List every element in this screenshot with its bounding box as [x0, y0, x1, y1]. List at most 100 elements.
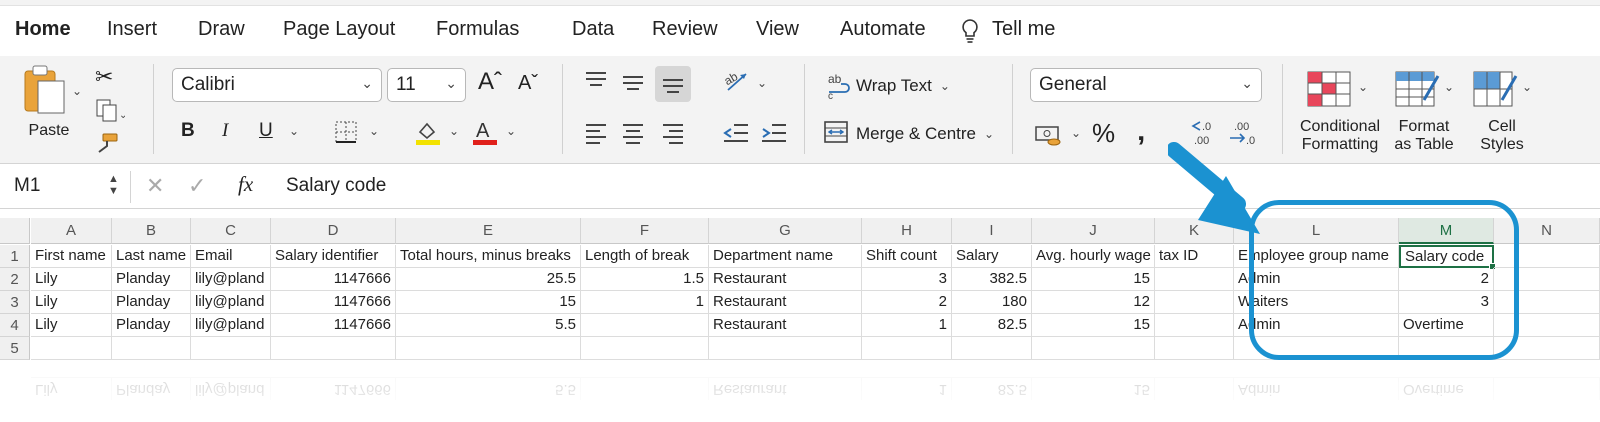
cell-i3[interactable]: 180 — [952, 291, 1032, 314]
underline-icon[interactable]: U — [259, 120, 273, 142]
cell-j4[interactable]: 15 — [1032, 314, 1155, 337]
cell-h1[interactable]: Shift count — [862, 245, 952, 268]
column-header-j[interactable]: J — [1032, 218, 1155, 244]
cell-g3[interactable]: Restaurant — [709, 291, 862, 314]
format-as-table-chevron-icon[interactable]: ⌄ — [1444, 80, 1454, 94]
decrease-font-size-icon[interactable]: Aˇ — [518, 72, 538, 95]
align-right-icon[interactable] — [661, 122, 685, 149]
cell-h4[interactable]: 1 — [862, 314, 952, 337]
cell-c4[interactable]: lily@pland — [191, 314, 271, 337]
tell-me-search[interactable]: Tell me — [992, 18, 1055, 41]
cell-a2[interactable]: Lily — [31, 268, 112, 291]
row-header-1[interactable]: 1 — [0, 245, 30, 268]
align-center-icon[interactable] — [621, 122, 645, 149]
cell-i2[interactable]: 382.5 — [952, 268, 1032, 291]
underline-options-chevron-icon[interactable]: ⌄ — [289, 124, 299, 138]
cell-i5[interactable] — [952, 337, 1032, 360]
cell-j5[interactable] — [1032, 337, 1155, 360]
cell-f4[interactable] — [581, 314, 709, 337]
cell-d5[interactable] — [271, 337, 396, 360]
format-as-table-icon[interactable] — [1394, 70, 1440, 115]
insert-function-icon[interactable]: fx — [238, 172, 253, 197]
cell-b1[interactable]: Last name — [112, 245, 191, 268]
cell-d2[interactable]: 1147666 — [271, 268, 396, 291]
comma-style-icon[interactable]: ‚ — [1137, 114, 1145, 148]
row-header-4[interactable]: 4 — [0, 314, 30, 337]
name-box[interactable]: M1 ▲ ▼ — [6, 171, 126, 203]
cell-g4[interactable]: Restaurant — [709, 314, 862, 337]
cell-f5[interactable] — [581, 337, 709, 360]
tab-page-layout[interactable]: Page Layout — [283, 18, 395, 41]
conditional-formatting-chevron-icon[interactable]: ⌄ — [1358, 80, 1368, 94]
cell-k3[interactable] — [1155, 291, 1234, 314]
borders-icon[interactable] — [334, 120, 358, 149]
row-header-3[interactable]: 3 — [0, 291, 30, 314]
borders-chevron-icon[interactable]: ⌄ — [369, 124, 379, 138]
cell-styles-icon[interactable] — [1472, 70, 1518, 115]
cell-e3[interactable]: 15 — [396, 291, 581, 314]
cell-j3[interactable]: 12 — [1032, 291, 1155, 314]
cell-d1[interactable]: Salary identifier — [271, 245, 396, 268]
cell-c2[interactable]: lily@pland — [191, 268, 271, 291]
column-header-i[interactable]: I — [952, 218, 1032, 244]
paste-options-chevron-icon[interactable]: ⌄ — [72, 84, 82, 98]
cell-f1[interactable]: Length of break — [581, 245, 709, 268]
fill-color-chevron-icon[interactable]: ⌄ — [449, 124, 459, 138]
cell-h3[interactable]: 2 — [862, 291, 952, 314]
percent-style-icon[interactable]: % — [1092, 118, 1115, 149]
cell-j1[interactable]: Avg. hourly wage — [1032, 245, 1155, 268]
merge-centre-button[interactable]: Merge & Centre ⌄ — [856, 124, 994, 144]
currency-format-icon[interactable] — [1034, 122, 1064, 153]
cell-i4[interactable]: 82.5 — [952, 314, 1032, 337]
cell-f3[interactable]: 1 — [581, 291, 709, 314]
cell-h2[interactable]: 3 — [862, 268, 952, 291]
cell-f2[interactable]: 1.5 — [581, 268, 709, 291]
tab-draw[interactable]: Draw — [198, 18, 245, 41]
increase-indent-icon[interactable] — [760, 122, 788, 149]
cell-h5[interactable] — [862, 337, 952, 360]
decrease-indent-icon[interactable] — [722, 122, 750, 149]
column-header-e[interactable]: E — [396, 218, 581, 244]
cell-e5[interactable] — [396, 337, 581, 360]
cell-a5[interactable] — [31, 337, 112, 360]
cell-g2[interactable]: Restaurant — [709, 268, 862, 291]
tab-home[interactable]: Home — [15, 18, 71, 41]
orientation-icon[interactable]: ab — [722, 68, 752, 99]
font-color-icon[interactable]: A — [471, 118, 499, 151]
row-header-2[interactable]: 2 — [0, 268, 30, 291]
cell-c5[interactable] — [191, 337, 271, 360]
cell-c1[interactable]: Email — [191, 245, 271, 268]
formula-input[interactable]: Salary code — [286, 175, 386, 197]
cell-b3[interactable]: Planday — [112, 291, 191, 314]
orientation-chevron-icon[interactable]: ⌄ — [757, 76, 767, 90]
name-box-stepper-icon[interactable]: ▲ ▼ — [108, 173, 119, 197]
cell-b2[interactable]: Planday — [112, 268, 191, 291]
bold-icon[interactable]: B — [181, 120, 195, 142]
select-all-corner[interactable] — [0, 218, 30, 244]
cell-c3[interactable]: lily@pland — [191, 291, 271, 314]
cell-d4[interactable]: 1147666 — [271, 314, 396, 337]
row-header-5[interactable]: 5 — [0, 337, 30, 360]
cancel-x-icon[interactable]: ✕ — [146, 173, 164, 199]
align-left-icon[interactable] — [584, 122, 608, 149]
conditional-formatting-icon[interactable] — [1306, 70, 1352, 113]
align-middle-icon[interactable] — [621, 72, 645, 97]
tab-view[interactable]: View — [756, 18, 799, 41]
copy-icon[interactable]: ⌄ — [95, 98, 127, 129]
font-color-chevron-icon[interactable]: ⌄ — [506, 124, 516, 138]
cell-k1[interactable]: tax ID — [1155, 245, 1234, 268]
align-bottom-button[interactable] — [655, 66, 691, 102]
column-header-g[interactable]: G — [709, 218, 862, 244]
increase-font-size-icon[interactable]: Aˆ — [478, 68, 502, 96]
wrap-text-button[interactable]: Wrap Text ⌄ — [856, 76, 950, 96]
cell-g1[interactable]: Department name — [709, 245, 862, 268]
cell-g5[interactable] — [709, 337, 862, 360]
cell-k2[interactable] — [1155, 268, 1234, 291]
cell-b5[interactable] — [112, 337, 191, 360]
column-header-d[interactable]: D — [271, 218, 396, 244]
cell-d3[interactable]: 1147666 — [271, 291, 396, 314]
cell-b4[interactable]: Planday — [112, 314, 191, 337]
tab-insert[interactable]: Insert — [107, 18, 157, 41]
confirm-check-icon[interactable]: ✓ — [188, 173, 206, 199]
cell-i1[interactable]: Salary — [952, 245, 1032, 268]
